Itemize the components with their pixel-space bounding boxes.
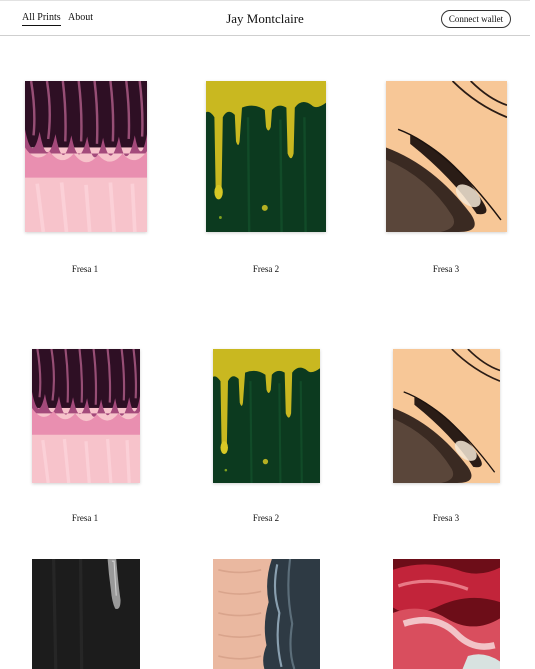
print-thumbnail-fresa-1[interactable] — [32, 349, 140, 483]
print-title[interactable]: Fresa 2 — [206, 513, 326, 524]
peach-swirl-artwork — [393, 349, 500, 483]
pink-drip-artwork — [32, 349, 140, 483]
print-thumbnail[interactable] — [32, 559, 140, 669]
print-title[interactable]: Fresa 3 — [386, 264, 506, 275]
print-thumbnail-fresa-3[interactable] — [386, 81, 507, 232]
black-drip-artwork — [32, 559, 140, 669]
print-title[interactable]: Fresa 1 — [25, 513, 145, 524]
print-thumbnail-fresa-3[interactable] — [393, 349, 500, 483]
print-thumbnail-fresa-2[interactable] — [206, 81, 326, 232]
print-thumbnail-fresa-1[interactable] — [25, 81, 147, 232]
print-thumbnail-fresa-2[interactable] — [213, 349, 320, 483]
print-thumbnail[interactable] — [393, 559, 500, 669]
print-title[interactable]: Fresa 1 — [25, 264, 145, 275]
connect-wallet-button[interactable]: Connect wallet — [441, 10, 511, 28]
salmon-texture-artwork — [213, 559, 320, 669]
print-thumbnail[interactable] — [213, 559, 320, 669]
top-navigation-bar: All Prints About Jay Montclaire Connect … — [0, 0, 530, 36]
red-swirl-artwork — [393, 559, 500, 669]
green-drip-artwork — [206, 81, 326, 232]
print-title[interactable]: Fresa 3 — [386, 513, 506, 524]
nav-all-prints-link[interactable]: All Prints — [22, 12, 61, 26]
green-drip-artwork — [213, 349, 320, 483]
print-title[interactable]: Fresa 2 — [206, 264, 326, 275]
nav-about-link[interactable]: About — [68, 12, 93, 24]
peach-swirl-artwork — [386, 81, 507, 232]
pink-drip-artwork — [25, 81, 147, 232]
